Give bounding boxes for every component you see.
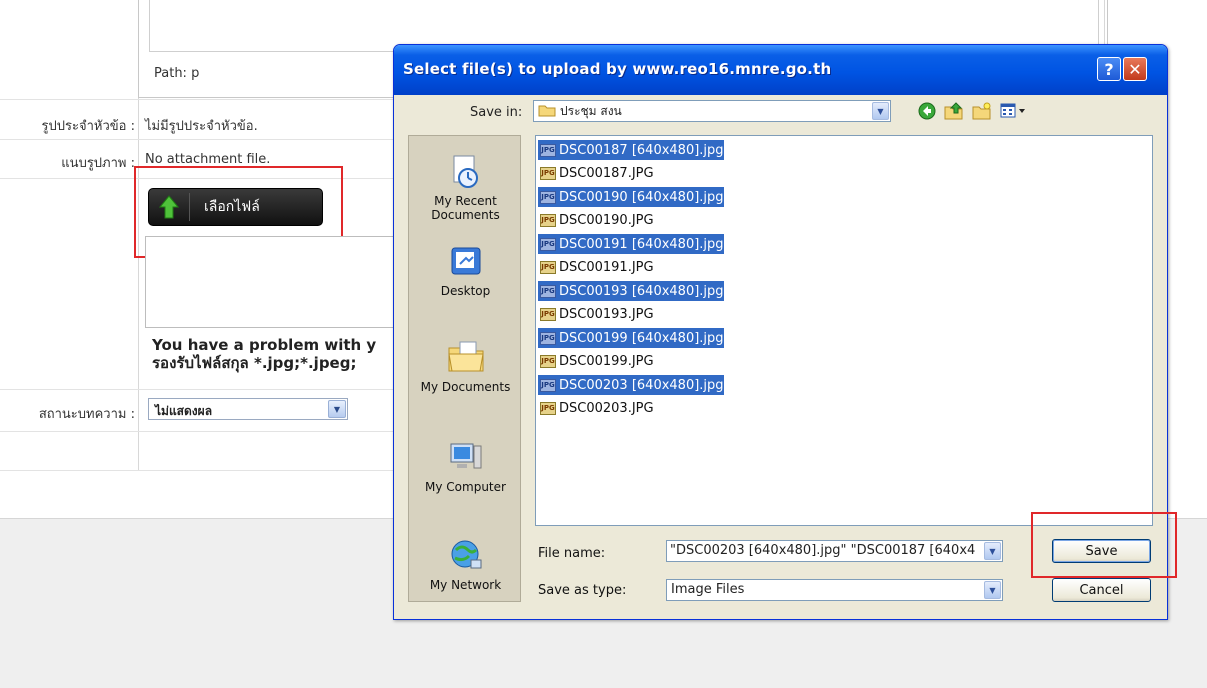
my-computer-icon xyxy=(409,440,522,476)
dialog-titlebar[interactable]: Select file(s) to upload by www.reo16.mn… xyxy=(394,45,1167,95)
jpg-file-icon: JPG xyxy=(540,166,556,180)
my-network-icon xyxy=(409,536,522,574)
upload-problem-text: You have a problem with y รองรับไฟล์สกุล… xyxy=(152,336,377,372)
chevron-down-icon[interactable]: ▼ xyxy=(328,400,346,418)
file-item[interactable]: JPG DSC00199.JPG xyxy=(538,351,654,371)
file-item[interactable]: JPG DSC00203 [640x480].jpg xyxy=(538,375,724,395)
desktop-icon xyxy=(409,244,522,280)
topic-image-label: รูปประจำหัวข้อ : xyxy=(41,119,135,134)
highlight-save-button xyxy=(1031,512,1177,578)
file-item[interactable]: JPG DSC00187 [640x480].jpg xyxy=(538,140,724,160)
dialog-toolbar xyxy=(918,102,1026,124)
help-button[interactable]: ? xyxy=(1097,57,1121,81)
file-item[interactable]: JPG DSC00187.JPG xyxy=(538,163,654,183)
attach-image-value: No attachment file. xyxy=(145,152,271,167)
jpg-file-icon: JPG xyxy=(540,237,556,251)
file-list[interactable]: JPG DSC00187 [640x480].jpg JPG DSC00187.JP… xyxy=(535,135,1153,526)
file-name-input[interactable]: "DSC00203 [640x480].jpg" "DSC00187 [640x… xyxy=(666,540,1003,562)
new-folder-icon[interactable] xyxy=(972,102,992,124)
jpg-file-icon: JPG xyxy=(540,378,556,392)
place-desktop[interactable]: Desktop xyxy=(409,244,522,298)
file-item[interactable]: JPG DSC00191.JPG xyxy=(538,257,654,277)
file-item[interactable]: JPG DSC00203.JPG xyxy=(538,398,654,418)
jpg-file-icon: JPG xyxy=(540,401,556,415)
chevron-down-icon[interactable]: ▼ xyxy=(872,102,889,120)
places-bar: My Recent Documents Desktop My Documents… xyxy=(408,135,521,602)
file-name-label: File name: xyxy=(538,546,606,561)
topic-image-value: ไม่มีรูปประจำหัวข้อ. xyxy=(145,119,258,134)
my-documents-icon xyxy=(409,336,522,376)
place-my-documents[interactable]: My Documents xyxy=(409,336,522,394)
save-as-type-dropdown[interactable]: Image Files ▼ xyxy=(666,579,1003,601)
jpg-file-icon: JPG xyxy=(540,190,556,204)
view-menu-icon[interactable] xyxy=(1000,103,1026,123)
file-item[interactable]: JPG DSC00193 [640x480].jpg xyxy=(538,281,724,301)
article-status-label: สถานะบทความ : xyxy=(38,407,135,422)
jpg-file-icon: JPG xyxy=(540,260,556,274)
dialog-title: Select file(s) to upload by www.reo16.mn… xyxy=(403,60,832,78)
jpg-file-icon: JPG xyxy=(540,331,556,345)
cancel-button[interactable]: Cancel xyxy=(1052,578,1151,602)
editor-path: Path: p xyxy=(154,66,200,81)
back-icon[interactable] xyxy=(918,102,936,124)
article-status-select[interactable]: ไม่แสดงผล ▼ xyxy=(148,398,348,420)
file-item[interactable]: JPG DSC00190.JPG xyxy=(538,210,654,230)
attach-image-label: แนบรูปภาพ : xyxy=(61,156,135,171)
jpg-file-icon: JPG xyxy=(540,213,556,227)
file-item[interactable]: JPG DSC00190 [640x480].jpg xyxy=(538,187,724,207)
close-button[interactable]: ✕ xyxy=(1123,57,1147,81)
upload-queue-area xyxy=(145,236,405,328)
place-my-network[interactable]: My Network xyxy=(409,536,522,592)
save-in-dropdown[interactable]: ประชุม สงน ▼ xyxy=(533,100,891,122)
file-item[interactable]: JPG DSC00193.JPG xyxy=(538,304,654,324)
file-item[interactable]: JPG DSC00199 [640x480].jpg xyxy=(538,328,724,348)
up-folder-icon[interactable] xyxy=(944,102,964,124)
place-my-computer[interactable]: My Computer xyxy=(409,440,522,494)
jpg-file-icon: JPG xyxy=(540,354,556,368)
chevron-down-icon[interactable]: ▼ xyxy=(984,542,1001,560)
place-recent-documents[interactable]: My Recent Documents xyxy=(409,154,522,222)
recent-documents-icon xyxy=(409,154,522,190)
save-in-label: Save in: xyxy=(470,105,523,120)
jpg-file-icon: JPG xyxy=(540,143,556,157)
chevron-down-icon[interactable]: ▼ xyxy=(984,581,1001,599)
file-item[interactable]: JPG DSC00191 [640x480].jpg xyxy=(538,234,724,254)
jpg-file-icon: JPG xyxy=(540,284,556,298)
save-as-type-label: Save as type: xyxy=(538,583,627,598)
jpg-file-icon: JPG xyxy=(540,307,556,321)
folder-icon xyxy=(538,103,556,120)
